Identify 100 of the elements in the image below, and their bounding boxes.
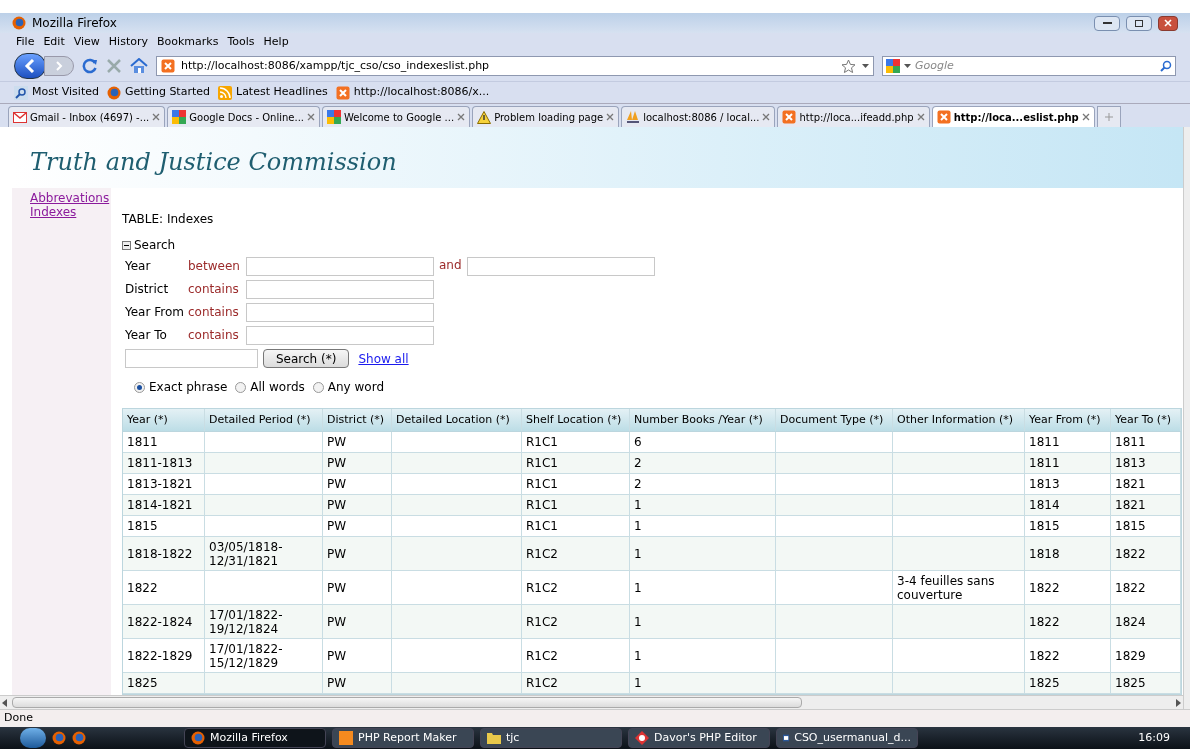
table-cell: 1824 xyxy=(1111,605,1181,638)
bookmark-link[interactable]: http://localhost:8086/x... xyxy=(353,84,490,101)
table-cell: 1814 xyxy=(1025,495,1111,515)
search-field[interactable]: Google xyxy=(882,56,1176,76)
browser-tab[interactable]: Gmail - Inbox (4697) -... xyxy=(8,106,166,127)
search-toggle[interactable]: Search xyxy=(134,236,176,254)
table-cell: 1813 xyxy=(1025,474,1111,494)
radio-label[interactable]: All words xyxy=(250,378,305,396)
field-label: Year xyxy=(125,258,152,275)
table-cell: 1822 xyxy=(1111,537,1181,570)
table-cell: 17/01/1822-15/12/1829 xyxy=(205,639,323,672)
table-cell: 1 xyxy=(630,571,776,604)
menu-item[interactable]: Help xyxy=(263,33,289,51)
table-cell: 1 xyxy=(630,605,776,638)
bookmark-link[interactable]: Latest Headlines xyxy=(236,84,328,101)
table-cell: 1815 xyxy=(1111,516,1181,536)
table-cell: 1822 xyxy=(1025,571,1111,604)
table-cell: PW xyxy=(323,516,392,536)
field-label: Year From xyxy=(125,304,185,321)
bookmark-link[interactable]: Getting Started xyxy=(124,84,210,101)
table-cell: R1C2 xyxy=(522,537,630,570)
table-cell: 1822 xyxy=(1025,639,1111,672)
status-text: Done xyxy=(4,710,33,727)
column-header[interactable]: Year From (*) xyxy=(1025,409,1111,431)
column-header[interactable]: Document Type (*) xyxy=(776,409,893,431)
table-cell: 2 xyxy=(630,474,776,494)
column-header[interactable]: Year To (*) xyxy=(1111,409,1181,431)
table-cell: R1C2 xyxy=(522,605,630,638)
table-cell: 1818-1822 xyxy=(123,537,205,570)
table-cell: PW xyxy=(323,639,392,672)
column-header[interactable]: Number Books /Year (*) xyxy=(630,409,776,431)
column-header[interactable]: District (*) xyxy=(323,409,392,431)
address-bar[interactable]: http://localhost:8086/xampp/tjc_cso/cso_indexeslist.php xyxy=(156,56,874,76)
column-header[interactable]: Detailed Location (*) xyxy=(392,409,522,431)
table-cell: R1C2 xyxy=(522,571,630,604)
table-cell: 2 xyxy=(630,453,776,473)
table-cell: 1811-1813 xyxy=(123,453,205,473)
table-cell: 17/01/1822-19/12/1824 xyxy=(205,605,323,638)
field-label: District xyxy=(125,281,170,298)
column-header[interactable]: Shelf Location (*) xyxy=(522,409,630,431)
browser-tab[interactable]: Welcome to Google ... xyxy=(322,106,471,127)
table-cell: 1811 xyxy=(123,432,205,452)
column-header[interactable]: Year (*) xyxy=(123,409,205,431)
operator-label: contains xyxy=(188,304,240,321)
table-cell: 1829 xyxy=(1111,639,1181,672)
menu-item[interactable]: Edit xyxy=(43,33,65,51)
table-cell: R1C2 xyxy=(522,673,630,693)
table-cell: 1815 xyxy=(123,516,205,536)
table-cell: 1822-1824 xyxy=(123,605,205,638)
table-cell: R1C1 xyxy=(522,432,630,452)
table-cell: 1825 xyxy=(1111,673,1181,693)
column-header[interactable]: Detailed Period (*) xyxy=(205,409,323,431)
browser-tab[interactable]: localhost:8086 / local... xyxy=(621,106,776,127)
browser-tab[interactable]: Google Docs - Online... xyxy=(167,106,320,127)
table-cell: 1 xyxy=(630,639,776,672)
table-cell: 03/05/1818-12/31/1821 xyxy=(205,537,323,570)
bookmark-link[interactable]: Most Visited xyxy=(32,84,99,101)
sidebar-link[interactable]: Abbrevations xyxy=(30,191,110,205)
table-cell: 1811 xyxy=(1111,432,1181,452)
menu-item[interactable]: Tools xyxy=(227,33,255,51)
table-cell: R1C1 xyxy=(522,453,630,473)
table-cell: 1825 xyxy=(1025,673,1111,693)
table-cell: 3-4 feuilles sans couverture xyxy=(893,571,1025,604)
table-cell: 1811 xyxy=(1025,453,1111,473)
taskbar-button[interactable]: CSO_usermanual_d... xyxy=(776,728,918,748)
taskbar-button[interactable]: PHP Report Maker xyxy=(332,728,474,748)
table-cell: 1 xyxy=(630,495,776,515)
show-all-link[interactable]: Show all xyxy=(358,349,409,368)
sidebar-link[interactable]: Indexes xyxy=(30,205,77,219)
table-cell: PW xyxy=(323,673,392,693)
table-cell: 1 xyxy=(630,673,776,693)
url-text: http://localhost:8086/xampp/tjc_cso/cso_indexeslist.php xyxy=(181,57,491,74)
table-cell: PW xyxy=(323,432,392,452)
table-cell: R1C1 xyxy=(522,474,630,494)
taskbar-button[interactable]: Mozilla Firefox xyxy=(184,728,326,748)
menu-item[interactable]: View xyxy=(73,33,100,51)
browser-tab[interactable]: http://loca...eslist.php xyxy=(931,106,1095,127)
table-cell: 1813 xyxy=(1111,453,1181,473)
taskbar-button[interactable]: tjc xyxy=(480,728,622,748)
search-button[interactable]: Search (*) xyxy=(263,349,350,368)
table-cell: PW xyxy=(323,537,392,570)
table-cell: 1 xyxy=(630,537,776,570)
table-cell: 1813-1821 xyxy=(123,474,205,494)
column-header[interactable]: Other Information (*) xyxy=(893,409,1025,431)
radio-label[interactable]: Exact phrase xyxy=(149,378,228,396)
browser-tab[interactable]: http://loca...ifeadd.php xyxy=(777,106,930,127)
operator-label: and xyxy=(439,257,462,274)
taskbar-button[interactable]: Davor's PHP Editor xyxy=(628,728,770,748)
table-cell: 1825 xyxy=(123,673,205,693)
menu-item[interactable]: File xyxy=(16,33,35,51)
table-cell: PW xyxy=(323,495,392,515)
menu-item[interactable]: Bookmarks xyxy=(157,33,219,51)
clock: 16:09 xyxy=(1138,729,1170,746)
table-cell: 1815 xyxy=(1025,516,1111,536)
table-cell: 1822 xyxy=(1111,571,1181,604)
browser-tab[interactable]: Problem loading page xyxy=(472,106,620,127)
table-cell: R1C1 xyxy=(522,495,630,515)
menu-item[interactable]: History xyxy=(108,33,148,51)
table-cell: 6 xyxy=(630,432,776,452)
radio-label[interactable]: Any word xyxy=(327,378,384,396)
